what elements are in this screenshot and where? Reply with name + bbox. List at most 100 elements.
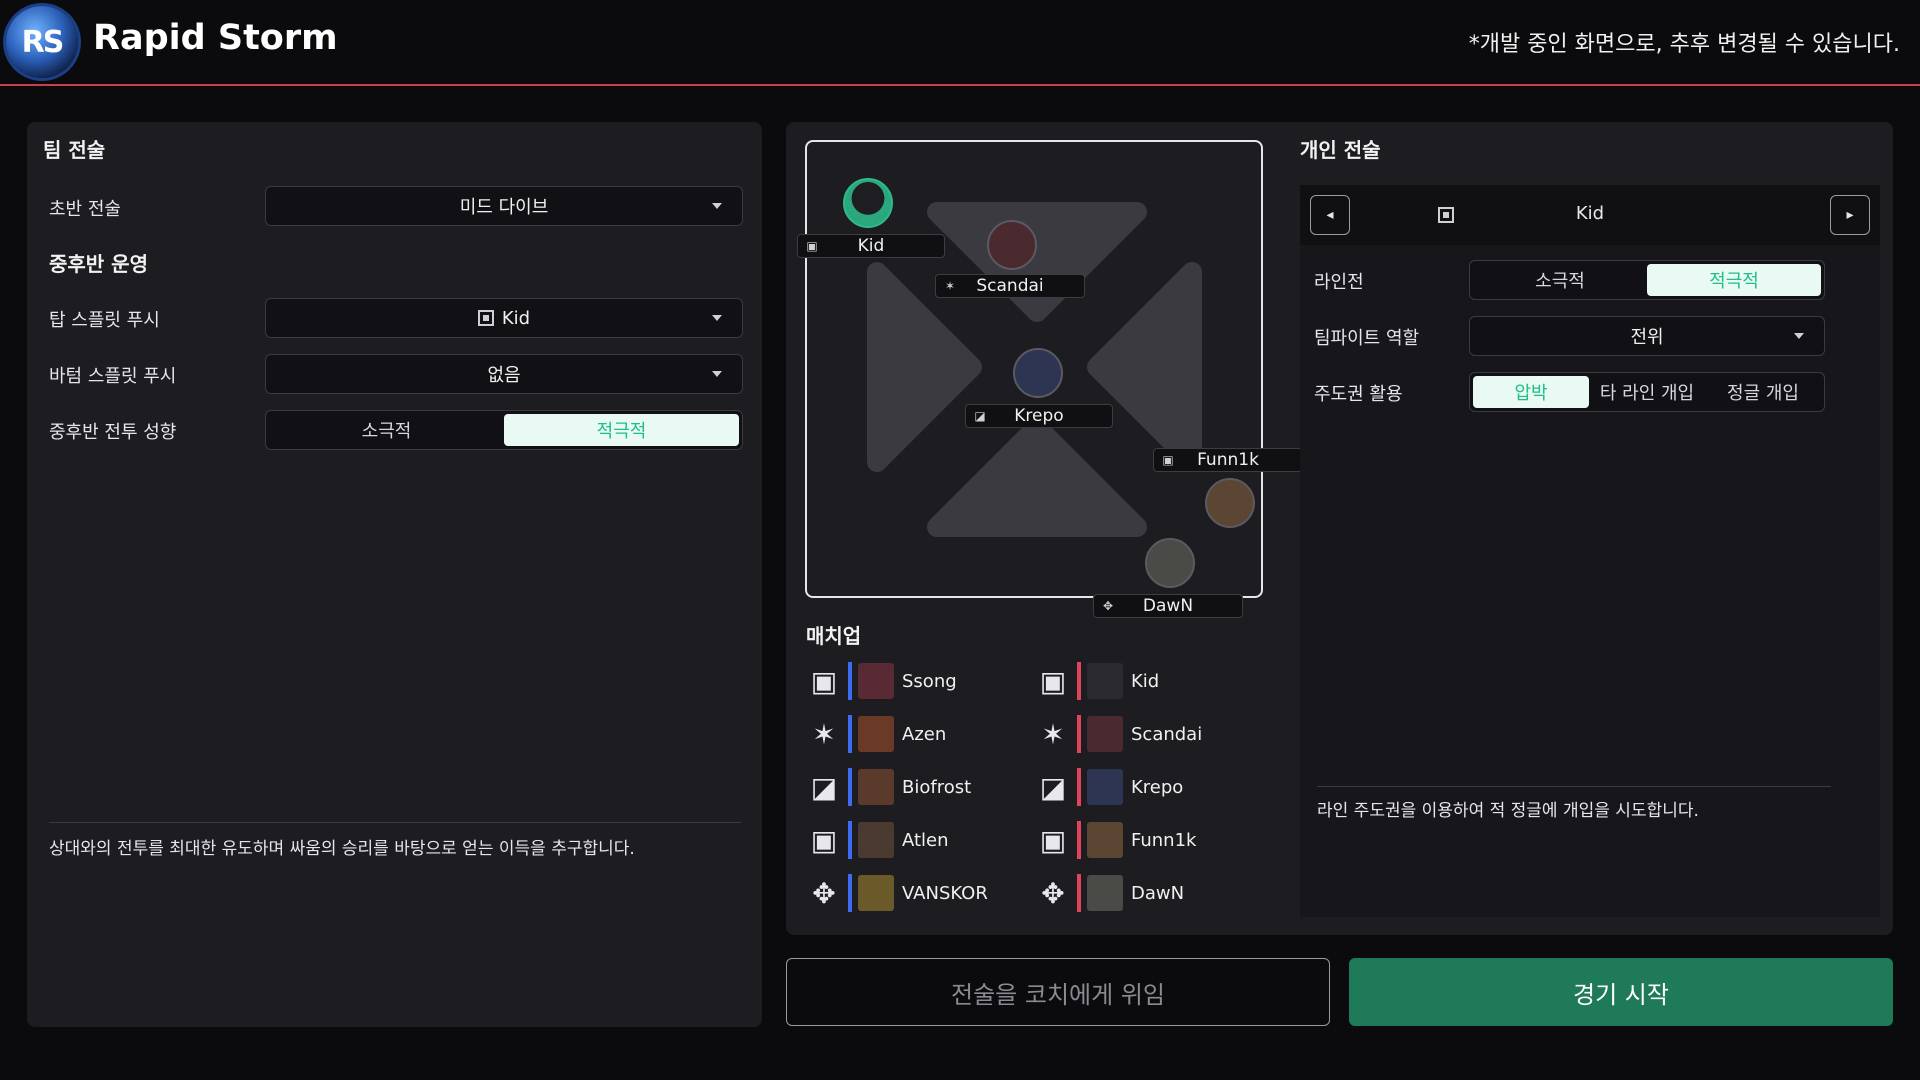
matchup-row-blue: ✶ Azen xyxy=(806,713,946,755)
blue-team-bar xyxy=(848,874,852,912)
jungle-icon: ✶ xyxy=(812,717,836,751)
selected-player-name: Kid xyxy=(1575,203,1605,224)
top-icon: ▣ xyxy=(810,664,838,698)
individual-tactic-description: 라인 주도권을 이용하여 적 정글에 개입을 시도합니다. xyxy=(1317,801,1699,821)
matchup-title: 매치업 xyxy=(806,624,862,648)
map-player-name: Krepo xyxy=(1014,406,1064,426)
champion-portrait xyxy=(1087,875,1123,911)
player-name: VANSKOR xyxy=(902,882,988,904)
map-champion-krepo[interactable] xyxy=(1013,348,1063,398)
priority-option-pressure[interactable]: 압박 xyxy=(1473,376,1589,408)
matchup-row-blue: ▣ Atlen xyxy=(806,819,949,861)
blue-team-bar xyxy=(848,821,852,859)
jungle-icon: ✶ xyxy=(1041,717,1065,751)
chevron-down-icon xyxy=(712,203,722,209)
priority-option-other-lane[interactable]: 타 라인 개입 xyxy=(1589,376,1705,408)
player-name: Azen xyxy=(902,723,947,745)
laning-option-aggressive[interactable]: 적극적 xyxy=(1647,264,1821,296)
map-champion-funn1k[interactable] xyxy=(1205,478,1255,528)
start-match-button[interactable]: 경기 시작 xyxy=(1349,958,1893,1026)
player-name: DawN xyxy=(1131,882,1185,904)
mid-late-title: 중후반 운영 xyxy=(49,252,148,276)
top-role-icon xyxy=(477,310,494,326)
champion-portrait xyxy=(858,875,894,911)
red-team-bar xyxy=(1077,662,1081,700)
champion-portrait xyxy=(1087,822,1123,858)
bottom-split-dropdown[interactable]: 없음 xyxy=(265,354,743,394)
red-team-bar xyxy=(1077,715,1081,753)
divider xyxy=(49,822,741,823)
combat-option-passive[interactable]: 소극적 xyxy=(269,414,504,446)
app-header: RS Rapid Storm *개발 중인 화면으로, 추후 변경될 수 있습니… xyxy=(0,0,1920,86)
map-player-name: Kid xyxy=(857,236,885,256)
map-champion-kid[interactable] xyxy=(843,178,893,228)
development-notice: *개발 중인 화면으로, 추후 변경될 수 있습니다. xyxy=(1468,32,1900,57)
support-icon: ✥ xyxy=(1102,599,1114,613)
champion-portrait xyxy=(1087,663,1123,699)
early-tactic-value: 미드 다이브 xyxy=(459,197,549,218)
priority-option-jungle[interactable]: 정글 개입 xyxy=(1705,376,1821,408)
chevron-down-icon xyxy=(712,371,722,377)
chevron-down-icon xyxy=(1794,333,1804,339)
blue-team-bar xyxy=(848,662,852,700)
priority-usage-label: 주도권 활용 xyxy=(1314,384,1403,405)
top-split-value: Kid xyxy=(501,307,531,329)
bottom-split-value: 없음 xyxy=(487,365,521,386)
chevron-left-icon: ◂ xyxy=(1326,207,1334,223)
teamfight-role-label: 팀파이트 역할 xyxy=(1314,328,1420,349)
mid-icon: ◪ xyxy=(974,409,986,423)
top-icon: ▣ xyxy=(1039,664,1067,698)
bot-icon: ▣ xyxy=(1162,453,1174,467)
matchup-row-red: ◪ Krepo xyxy=(1035,766,1183,808)
mid-icon: ◪ xyxy=(810,770,838,804)
team-tactic-description: 상대와의 전투를 최대한 유도하며 싸움의 승리를 바탕으로 얻는 이득을 추구… xyxy=(49,839,635,859)
champion-portrait xyxy=(1087,716,1123,752)
matchup-row-red: ▣ Funn1k xyxy=(1035,819,1196,861)
matchup-row-red: ✥ DawN xyxy=(1035,872,1184,914)
previous-player-button[interactable]: ◂ xyxy=(1310,195,1350,235)
matchup-row-blue: ▣ Ssong xyxy=(806,660,957,702)
chevron-right-icon: ▸ xyxy=(1846,207,1854,223)
player-name: Biofrost xyxy=(902,776,972,798)
top-role-icon xyxy=(1438,207,1454,223)
team-tactics-panel: 팀 전술 초반 전술 미드 다이브 중후반 운영 탑 스플릿 푸시 Kid 바텀… xyxy=(27,122,762,1027)
matchup-row-blue: ◪ Biofrost xyxy=(806,766,971,808)
map-tag-krepo: ◪ Krepo xyxy=(965,404,1113,428)
player-name: Atlen xyxy=(902,829,949,851)
player-name: Krepo xyxy=(1131,776,1184,798)
player-name: Scandai xyxy=(1131,723,1203,745)
map-player-name: DawN xyxy=(1142,596,1194,616)
player-name: Ssong xyxy=(902,670,957,692)
red-team-bar xyxy=(1077,768,1081,806)
app-title: Rapid Storm xyxy=(93,18,338,58)
map-player-name: Funn1k xyxy=(1197,450,1259,470)
combat-style-label: 중후반 전투 성향 xyxy=(49,422,177,443)
support-icon: ✥ xyxy=(1041,876,1065,910)
laning-option-passive[interactable]: 소극적 xyxy=(1473,264,1647,296)
map-player-name: Scandai xyxy=(976,276,1044,296)
map-tag-scandai: ✶ Scandai xyxy=(935,274,1085,298)
early-tactic-dropdown[interactable]: 미드 다이브 xyxy=(265,186,743,226)
red-team-bar xyxy=(1077,821,1081,859)
combat-option-aggressive[interactable]: 적극적 xyxy=(504,414,739,446)
player-selector: ◂ Kid ▸ xyxy=(1300,185,1880,245)
next-player-button[interactable]: ▸ xyxy=(1830,195,1870,235)
teamfight-role-dropdown[interactable]: 전위 xyxy=(1469,316,1825,356)
bottom-split-label: 바텀 스플릿 푸시 xyxy=(49,366,177,387)
priority-usage-toggle: 압박 타 라인 개입 정글 개입 xyxy=(1469,372,1825,412)
individual-tactics-title: 개인 전술 xyxy=(1300,138,1381,162)
champion-portrait xyxy=(1087,769,1123,805)
map-champion-scandai[interactable] xyxy=(987,220,1037,270)
laning-toggle: 소극적 적극적 xyxy=(1469,260,1825,300)
delegate-to-coach-button[interactable]: 전술을 코치에게 위임 xyxy=(786,958,1330,1026)
laning-label: 라인전 xyxy=(1314,272,1364,293)
champion-portrait xyxy=(858,769,894,805)
teamfight-role-value: 전위 xyxy=(1630,327,1664,348)
champion-portrait xyxy=(858,663,894,699)
top-split-dropdown[interactable]: Kid xyxy=(265,298,743,338)
matchup-row-blue: ✥ VANSKOR xyxy=(806,872,988,914)
map-tag-kid: ▣ Kid xyxy=(797,234,945,258)
team-tactics-title: 팀 전술 xyxy=(43,138,106,162)
map-champion-dawn[interactable] xyxy=(1145,538,1195,588)
early-tactic-label: 초반 전술 xyxy=(49,199,121,220)
